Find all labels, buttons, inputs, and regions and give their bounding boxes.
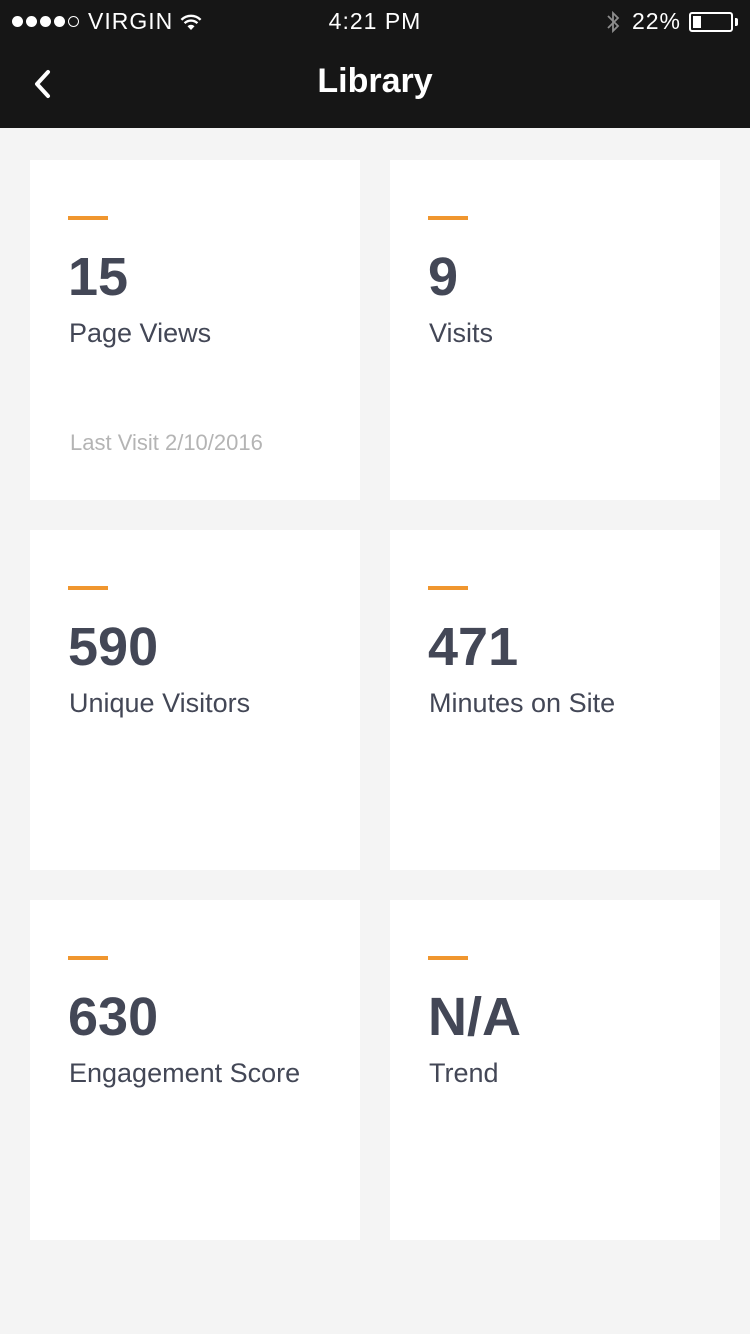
battery-percent: 22%	[631, 8, 681, 34]
metric-card-unique-visitors: 590 Unique Visitors	[30, 530, 360, 870]
metric-value: 590	[68, 617, 159, 677]
accent-bar	[428, 956, 468, 960]
metric-value: N/A	[428, 987, 521, 1047]
bluetooth-icon	[607, 10, 620, 33]
accent-bar	[428, 216, 468, 220]
metric-label: Minutes on Site	[429, 688, 616, 718]
accent-bar	[68, 216, 108, 220]
accent-bar	[68, 586, 108, 590]
battery-icon	[689, 11, 733, 32]
metric-card-minutes-on-site: 471 Minutes on Site	[390, 530, 720, 870]
accent-bar	[68, 956, 108, 960]
metric-value: 630	[68, 987, 159, 1047]
accent-bar	[428, 586, 468, 590]
metric-label: Trend	[429, 1058, 499, 1088]
metric-card-visits: 9 Visits	[390, 160, 720, 500]
metric-value: 471	[428, 617, 519, 677]
battery-level	[693, 15, 701, 28]
metric-card-page-views: 15 Page Views Last Visit 2/10/2016	[30, 160, 360, 500]
battery-cap	[735, 17, 738, 26]
metric-label: Unique Visitors	[69, 688, 251, 718]
metric-label: Engagement Score	[69, 1058, 301, 1088]
page-title: Library	[317, 62, 433, 100]
metric-value: 15	[68, 247, 129, 307]
navigation-bar: Library	[0, 42, 750, 128]
status-bar: VIRGIN 4:21 PM 22%	[0, 0, 750, 42]
last-visit-text: Last Visit 2/10/2016	[70, 430, 263, 455]
status-right: 22%	[606, 8, 738, 35]
metric-value: 9	[428, 247, 459, 307]
metric-label: Visits	[429, 318, 494, 348]
metric-card-engagement-score: 630 Engagement Score	[30, 900, 360, 1240]
metric-label: Page Views	[69, 318, 212, 348]
metric-card-trend: N/A Trend	[390, 900, 720, 1240]
metrics-grid: 15 Page Views Last Visit 2/10/2016 9 Vis…	[30, 160, 720, 1240]
